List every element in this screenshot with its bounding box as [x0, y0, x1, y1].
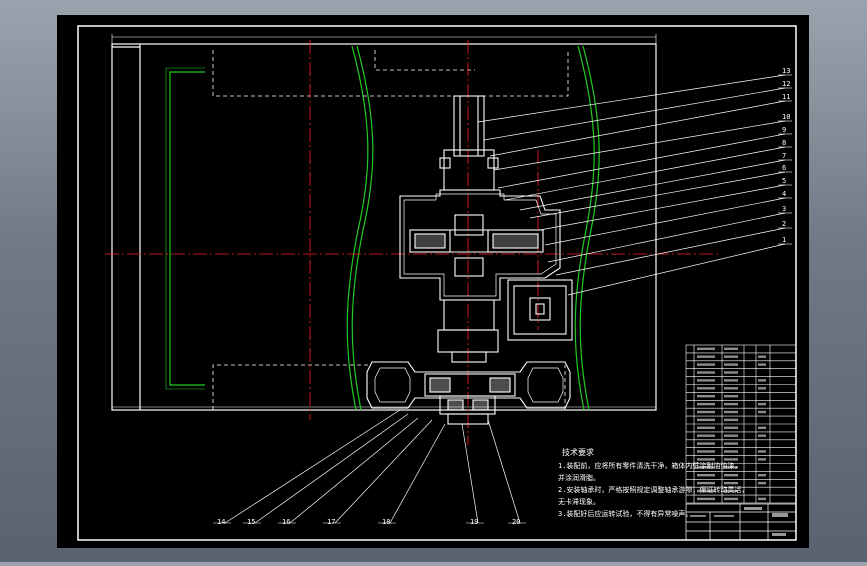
parts-table-cell-mark [724, 387, 738, 390]
parts-table-cell-mark [758, 355, 766, 358]
parts-table-cell-mark [724, 371, 738, 374]
parts-table-cell-mark [697, 426, 715, 429]
part-number-20: 20 [512, 518, 520, 526]
part-number-4: 4 [782, 190, 786, 198]
parts-table-cell-mark [758, 434, 766, 437]
parts-table-cell-mark [697, 466, 715, 469]
parts-table-cell-mark [758, 410, 766, 414]
parts-table-cell-mark [697, 474, 715, 477]
parts-table-cell-mark [724, 434, 738, 437]
part-number-9: 9 [782, 126, 786, 134]
parts-table-cell-mark [758, 379, 766, 382]
part-number-18: 18 [382, 518, 390, 526]
parts-table-cell-mark [758, 497, 766, 501]
parts-table-cell-mark [724, 402, 738, 406]
part-number-17: 17 [327, 518, 335, 526]
parts-table-cell-mark [697, 379, 715, 382]
parts-table-cell-mark [758, 450, 766, 453]
part-number-1: 1 [782, 236, 786, 244]
parts-table-cell-mark [758, 426, 766, 429]
parts-table-cell-mark [697, 387, 715, 390]
parts-table-cell-mark [697, 442, 715, 445]
parts-table-cell-mark [724, 347, 738, 350]
parts-table-cell-mark [697, 347, 715, 350]
parts-table-cell-mark [724, 426, 738, 429]
drawing-viewport: 1 2 3 4 5 6 7 8 9 10 11 12 13 14 15 16 17 18 19 20 技术要求 1.装… [0, 0, 867, 562]
parts-table-cell-mark [724, 410, 738, 414]
part-number-12: 12 [782, 80, 790, 88]
parts-table-cell-mark [724, 363, 738, 366]
parts-table-cell-mark [724, 474, 738, 477]
tech-req-line-2: 并涂润滑脂。 [558, 473, 600, 482]
tech-req-line-1: 1.装配前，应将所有零件清洗干净，箱体内壁涂耐油油漆， [558, 461, 741, 470]
parts-table-cell-mark [724, 355, 738, 358]
parts-table-cell-mark [758, 387, 766, 390]
parts-table-cell-mark [758, 474, 766, 477]
part-number-19: 19 [470, 518, 478, 526]
parts-table-cell-mark [697, 434, 715, 437]
tech-req-line-4: 无卡滞现象。 [558, 497, 600, 506]
part-number-14: 14 [217, 518, 225, 526]
parts-table-cell-mark [724, 481, 738, 485]
parts-table-cell-mark [697, 450, 715, 453]
parts-table-cell-mark [724, 489, 738, 493]
parts-table-cell-mark [724, 466, 738, 469]
parts-table-cell-mark [758, 402, 766, 406]
parts-table-cell-mark [697, 355, 715, 358]
parts-table-cell-mark [724, 418, 738, 422]
part-number-2: 2 [782, 220, 786, 228]
parts-table-cell-mark [697, 489, 715, 493]
part-number-3: 3 [782, 205, 786, 213]
parts-table-cell-mark [697, 363, 715, 366]
tech-req-line-3: 2.安装轴承时，严格按照规定调整轴承游隙，保证转动灵活， [558, 485, 748, 494]
part-number-13: 13 [782, 67, 790, 75]
cad-drawing: 1234567891011121314 15 16 17 18 19 20 技术要求 1.装… [57, 15, 809, 548]
parts-table-cell-mark [758, 458, 766, 461]
parts-list-table [685, 344, 797, 504]
parts-table-cell-mark [697, 410, 715, 414]
parts-table-cell-mark [758, 363, 766, 366]
parts-table-cell-mark [697, 481, 715, 485]
parts-table-cell-mark [724, 497, 738, 501]
part-number-5: 5 [782, 177, 786, 185]
parts-table-cell-mark [697, 418, 715, 422]
part-number-15: 15 [247, 518, 255, 526]
parts-table-cell-mark [724, 442, 738, 445]
parts-table-cell-mark [724, 450, 738, 453]
parts-table-cell-mark [724, 379, 738, 382]
part-number-16: 16 [282, 518, 290, 526]
parts-table-cell-mark [724, 458, 738, 461]
tech-req-line-5: 3.装配好后应运转试验，不得有异常噪声。 [558, 509, 692, 518]
parts-table-cell-mark [697, 371, 715, 374]
parts-table-cell-mark [697, 497, 715, 501]
tech-req-heading: 技术要求 [562, 447, 594, 457]
parts-table-cell-mark [697, 402, 715, 406]
part-number-7: 7 [782, 152, 786, 160]
parts-table-cell-mark [697, 458, 715, 461]
part-number-6: 6 [782, 164, 786, 172]
parts-table-cell-mark [724, 395, 738, 398]
parts-table-cell-mark [697, 395, 715, 398]
part-number-8: 8 [782, 139, 786, 147]
parts-table-cell-mark [758, 481, 766, 485]
part-number-10: 10 [782, 113, 790, 121]
part-number-11: 11 [782, 93, 790, 101]
